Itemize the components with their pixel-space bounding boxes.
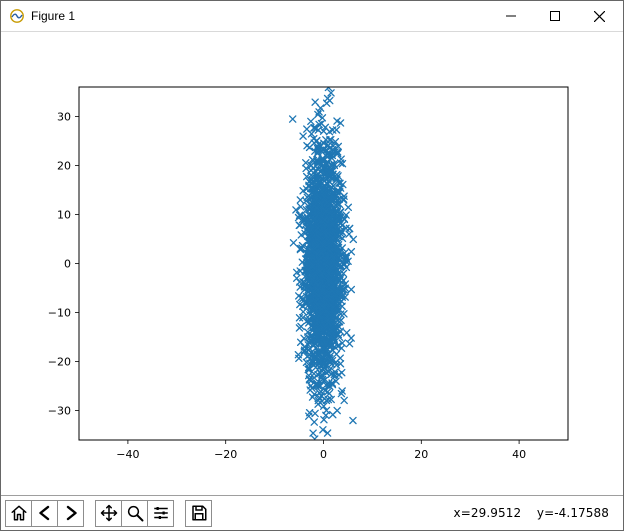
x-tick-label: 40 [512,448,526,461]
y-tick-label: 30 [57,110,71,123]
y-tick-label: −10 [48,307,71,320]
arrow-right-icon [62,504,80,522]
arrow-left-icon [36,504,54,522]
close-button[interactable] [577,2,621,30]
back-button[interactable] [31,500,58,527]
configure-subplots-button[interactable] [147,500,174,527]
save-button[interactable] [185,500,212,527]
figure-window: Figure 1 −40 −20 0 20 40 −30 −20 −10 0 10 20 30 [0,0,624,531]
pan-button[interactable] [95,500,122,527]
home-button[interactable] [5,500,32,527]
titlebar: Figure 1 [1,1,623,32]
x-tick-label: 0 [320,448,327,461]
cursor-coordinates: x=29.9512 y=-4.17588 [454,506,619,520]
window-title: Figure 1 [31,9,75,23]
maximize-button[interactable] [533,2,577,30]
app-icon [9,8,25,24]
forward-button[interactable] [57,500,84,527]
window-controls [489,2,621,30]
x-tick-label: 20 [414,448,428,461]
x-tick-label: −20 [214,448,237,461]
y-tick-label: 0 [64,258,71,271]
y-tick-label: −30 [48,405,71,418]
y-tick-label: 20 [57,159,71,172]
plot-area[interactable]: −40 −20 0 20 40 −30 −20 −10 0 10 20 30 [1,32,623,495]
zoom-button[interactable] [121,500,148,527]
scatter-plot: −40 −20 0 20 40 −30 −20 −10 0 10 20 30 [1,32,623,495]
y-tick-label: −20 [48,356,71,369]
move-icon [100,504,118,522]
zoom-icon [126,504,144,522]
save-icon [190,504,208,522]
y-tick-label: 10 [57,208,71,221]
home-icon [10,504,28,522]
sliders-icon [152,504,170,522]
title-left: Figure 1 [9,8,75,24]
x-tick-label: −40 [116,448,139,461]
scatter-series [290,67,357,457]
nav-toolbar: x=29.9512 y=-4.17588 [1,495,623,530]
minimize-button[interactable] [489,2,533,30]
